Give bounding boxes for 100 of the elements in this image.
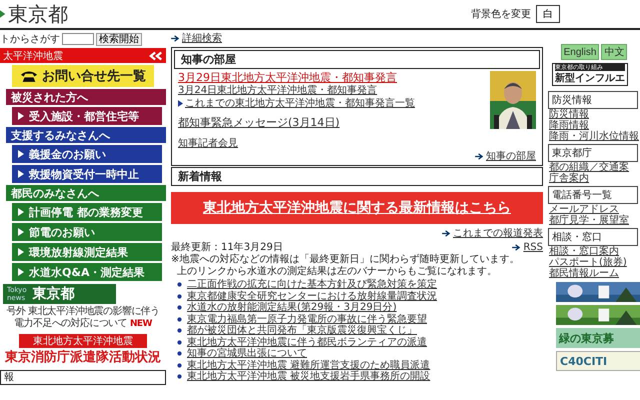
- statement-link[interactable]: 3月24日東北地方太平洋沖地震・都知事発言: [178, 84, 378, 97]
- menu-link-label: 受入施設・都営住宅等: [29, 108, 139, 124]
- bullet-icon: [177, 328, 182, 334]
- bullet-icon: [177, 362, 182, 368]
- sidebar-link[interactable]: 降雨情報: [549, 120, 589, 131]
- latest-info-banner[interactable]: 東北地方太平洋沖地震に関する最新情報はこちら: [171, 192, 543, 224]
- menu-link-button[interactable]: 受入施設・都営住宅等: [12, 107, 162, 125]
- triangle-icon: [18, 248, 24, 256]
- menu-link-button[interactable]: 環境放射線測定結果: [12, 243, 162, 261]
- section-title: 都民のみなさんへ: [11, 186, 99, 200]
- panel-header: 知事の部屋: [174, 50, 540, 69]
- bullet-icon: [177, 294, 182, 299]
- arrow-icon: [442, 230, 451, 237]
- group-header: 東京都庁: [548, 144, 638, 162]
- banner-title: 新型インフルエ: [555, 71, 625, 85]
- press-conference-link[interactable]: 知事記者会見: [178, 137, 238, 150]
- arrow-icon: [475, 153, 484, 160]
- statement-link[interactable]: 3月29日東北地方太平洋沖地震・都知事発言: [178, 71, 397, 84]
- new-label: NEW: [130, 318, 152, 330]
- banner[interactable]: C40CITI: [556, 351, 640, 371]
- group-header: 電話番号一覧: [548, 186, 638, 204]
- menu-link-label: 水道水Q&A・測定結果: [29, 264, 144, 280]
- menu-link-label: 計画停電 都の業務変更: [29, 204, 143, 220]
- sidebar-link[interactable]: 防災情報: [549, 109, 589, 120]
- menu-link-label: 救援物資受付一時中止: [29, 166, 139, 182]
- menu-link-label: 環境放射線測定結果: [29, 244, 128, 260]
- banner[interactable]: 緑の東京募: [556, 328, 640, 348]
- news-link[interactable]: 都が被災団体と共同発布「東京版震災復興宝くじ」: [187, 325, 417, 336]
- statement-list-link[interactable]: これまでの東北地方太平洋沖地震・都知事発言一覧: [185, 97, 415, 110]
- notice-link[interactable]: 電力不足への対応について: [14, 318, 127, 330]
- triangle-icon: [18, 170, 24, 178]
- triangle-icon: [18, 150, 24, 158]
- news-link[interactable]: 水道水の放射能測定結果(第29報・3月29日分): [187, 302, 397, 314]
- group-header: 防災情報: [548, 91, 638, 109]
- news-link[interactable]: 知事の宮城県出張について: [187, 348, 307, 360]
- contact-button[interactable]: お問い合せ先一覧: [12, 65, 154, 87]
- note-text: 上のリンクから水道水の測定結果は左のバナーからもご覧になれます。: [176, 266, 498, 278]
- note-text: ※地震への対応などの情報は「最終更新日」に関わらず随時更新しています。: [171, 254, 520, 266]
- search-button[interactable]: 検索開始: [96, 32, 142, 46]
- triangle-icon: [18, 228, 24, 236]
- quake-bar[interactable]: 太平洋沖地震: [0, 48, 166, 63]
- sidebar-link[interactable]: 庁舎案内: [549, 173, 589, 184]
- bullet-icon: [177, 374, 182, 380]
- bullet-icon: [177, 305, 182, 310]
- arrow-icon: [512, 244, 522, 250]
- contact-label: お問い合せ先一覧: [42, 68, 146, 85]
- menu-link-button[interactable]: 水道水Q&A・測定結果: [12, 263, 162, 281]
- news-link[interactable]: 東北地方太平洋沖地震に伴う都民ボランティアの派遣: [187, 336, 427, 348]
- background-color-label: 背景色を変更: [471, 8, 531, 21]
- news-link[interactable]: 東北地方太平洋沖地震 被災地支援岩手県事務所の開設: [187, 371, 430, 382]
- governor-room-link[interactable]: 知事の部屋: [486, 150, 536, 163]
- menu-link-label: 節電のお願い: [29, 224, 95, 240]
- arrow-icon: [171, 35, 180, 42]
- quake-bar-title: 太平洋沖地震: [3, 50, 63, 62]
- site-logo[interactable]: 東京都: [8, 0, 68, 28]
- language-button[interactable]: 中文: [601, 44, 628, 60]
- last-updated-text: 最終更新：11年3月29日: [171, 240, 283, 254]
- emergency-message-link[interactable]: 都知事緊急メッセージ(3月14日): [178, 116, 340, 129]
- sidebar-link[interactable]: パスポート(旅券): [549, 257, 627, 268]
- rss-link[interactable]: RSS: [523, 240, 543, 254]
- info-box: 報: [0, 370, 166, 385]
- section-title: 支援するみなさんへ: [11, 128, 110, 142]
- triangle-icon: [18, 268, 24, 276]
- fire-department-banner[interactable]: 東北地方太平洋沖地震 東京消防庁派遣隊活動状況: [0, 334, 166, 366]
- news-link[interactable]: 二正面作戦の拡充に向けた基本方針及び緊急対策を策定: [187, 279, 437, 290]
- news-link[interactable]: 東北地方太平洋沖地震 避難所運営支援のため職員派遣: [187, 360, 430, 371]
- menu-link-button[interactable]: 義援金のお願い: [12, 145, 162, 163]
- menu-link-label: 義援金のお願い: [29, 146, 106, 162]
- banner-subtitle: 東北地方太平洋沖地震: [19, 334, 147, 348]
- group-header: 相談・窓口: [548, 228, 638, 246]
- news-link[interactable]: 東京都健康安全研究センターにおける放射線量調査状況: [187, 290, 437, 302]
- bullet-icon: [177, 340, 182, 345]
- sidebar-link[interactable]: 都庁見学・展望室: [549, 215, 629, 226]
- sidebar-link[interactable]: 都民情報ルーム: [549, 268, 619, 279]
- news-link[interactable]: 東京電力福島第一原子力発電所の事故に伴う緊急要望: [187, 314, 427, 325]
- triangle-icon: [18, 208, 24, 216]
- section-title: 被災された方へ: [11, 90, 88, 104]
- panel-header: 新着情報: [171, 167, 543, 186]
- search-label: トからさがす: [0, 33, 60, 46]
- menu-link-button[interactable]: 救援物資受付一時中止: [12, 165, 162, 183]
- search-field[interactable]: [62, 33, 94, 45]
- sidebar-link[interactable]: 降雨・河川水位情報: [549, 131, 639, 142]
- sidebar-link[interactable]: 都の組織／交通案: [549, 162, 629, 173]
- language-button[interactable]: English: [560, 44, 600, 60]
- sidebar-link[interactable]: 相談・窓口案内: [549, 246, 619, 257]
- telephone-icon: [20, 70, 38, 82]
- banner-title: 東京都: [32, 285, 75, 303]
- double-chevron-icon[interactable]: [149, 50, 163, 60]
- triangle-icon: [18, 112, 24, 120]
- sidebar-link[interactable]: メールアドレス: [549, 204, 619, 215]
- background-color-button[interactable]: 白: [536, 5, 560, 23]
- press-release-link[interactable]: これまでの報道発表: [453, 227, 543, 240]
- banner-title: 東京消防庁派遣隊活動状況: [5, 348, 161, 366]
- bullet-icon: [177, 316, 182, 322]
- detail-search-link[interactable]: 詳細検索: [182, 32, 222, 45]
- menu-link-button[interactable]: 計画停電 都の業務変更: [12, 203, 162, 221]
- menu-link-button[interactable]: 節電のお願い: [12, 223, 162, 241]
- bullet-icon: [177, 351, 182, 356]
- notice-link[interactable]: 号外 東北太平洋沖地震の影響に伴う: [6, 306, 160, 318]
- bullet-icon: [177, 282, 182, 288]
